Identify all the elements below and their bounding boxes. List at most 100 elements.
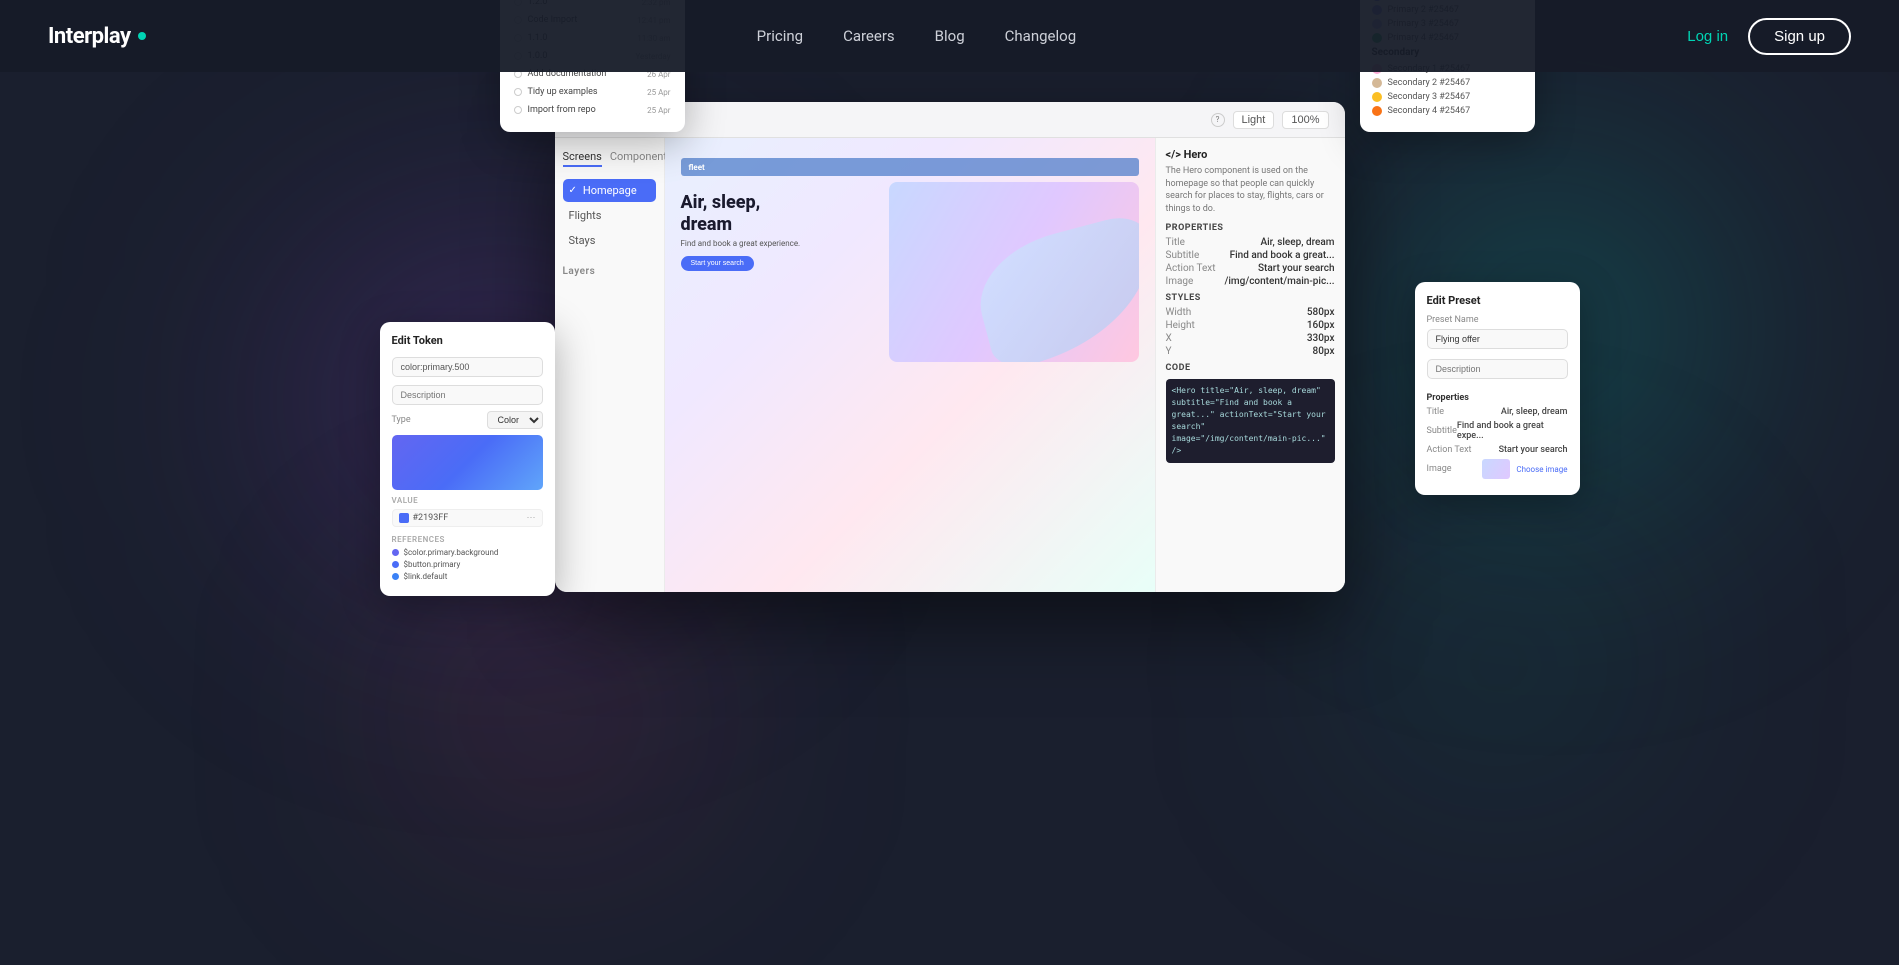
color-swatch-sm (399, 513, 409, 523)
fleet-main-preview: fleet Air, sleep, dream Find and book a … (665, 138, 1155, 592)
prop-title: Title Air, sleep, dream (1166, 237, 1335, 248)
secondary-color-3[interactable]: Secondary 3 #25467 (1372, 92, 1523, 102)
panel-edit-preset: Edit Preset Preset Name Properties Title… (1415, 282, 1580, 495)
ref-text-1: $button.primary (404, 560, 461, 569)
check-icon: ✓ (569, 185, 577, 196)
style-height: Height 160px (1166, 320, 1335, 331)
type-label: Type (392, 415, 411, 425)
token-description-input[interactable] (392, 385, 543, 405)
ref-item-1: $button.primary (392, 560, 543, 569)
airline-content: Air, sleep, dream Find and book a great … (681, 182, 1139, 362)
brand-name: Interplay (48, 24, 131, 49)
secondary-color-4[interactable]: Secondary 4 #25467 (1372, 106, 1523, 116)
navbar-actions: Log in Sign up (1687, 18, 1851, 55)
sidebar-item-stays[interactable]: Stays (563, 229, 656, 252)
vh-circle-6 (514, 106, 522, 114)
nav-changelog[interactable]: Changelog (1005, 27, 1076, 45)
ref-color-2 (392, 573, 399, 580)
ref-text-0: $color.primary.background (404, 548, 499, 557)
airline-hero: fleet Air, sleep, dream Find and book a … (665, 146, 1155, 374)
sidebar-item-flights[interactable]: Flights (563, 204, 656, 227)
mode-button[interactable]: Light (1233, 111, 1275, 129)
color-swatch-preview (392, 435, 543, 490)
ref-color-0 (392, 549, 399, 556)
nav-careers[interactable]: Careers (843, 27, 895, 45)
vh-item-6[interactable]: Import from repo 25 Apr (512, 102, 673, 118)
color-value-row: #2193FF ⋯ (392, 509, 543, 527)
airline-text: Air, sleep, dream Find and book a great … (681, 182, 889, 362)
fleet-sidebar-tabs: Screens Components (563, 150, 656, 167)
properties-label: Properties (1166, 223, 1335, 233)
styles-label: Styles (1166, 293, 1335, 303)
secondary-4-dot (1372, 106, 1382, 116)
prop-image: Image /img/content/main-pic... (1166, 276, 1335, 287)
choose-image-button[interactable]: Choose image (1516, 465, 1567, 474)
nav-links: Pricing Careers Blog Changelog (757, 27, 1076, 45)
zoom-button[interactable]: 100% (1282, 111, 1328, 129)
secondary-3-label: Secondary 3 #25467 (1388, 92, 1471, 102)
ep-prop-action: Action Text Start your search (1427, 445, 1568, 455)
ref-text-2: $link.default (404, 572, 448, 581)
ep-prop-subtitle: Subtitle Find and book a great expe... (1427, 421, 1568, 441)
code-label: Code (1166, 363, 1335, 373)
airline-logo: fleet (689, 163, 705, 172)
secondary-3-dot (1372, 92, 1382, 102)
preset-name-label: Preset Name (1427, 315, 1568, 325)
login-button[interactable]: Log in (1687, 28, 1728, 45)
sidebar-item-homepage[interactable]: ✓ Homepage (563, 179, 656, 202)
airline-headline: Air, sleep, dream (681, 192, 889, 235)
image-chooser: Choose image (1482, 459, 1567, 479)
preset-description-input[interactable] (1427, 359, 1568, 379)
tab-components[interactable]: Components (610, 150, 673, 167)
style-y: Y 80px (1166, 346, 1335, 357)
hex-value: #2193FF (413, 513, 523, 523)
tab-screens[interactable]: Screens (563, 150, 602, 167)
help-icon[interactable]: ? (1211, 113, 1225, 127)
fleet-right-panel: </> Hero The Hero component is used on t… (1155, 138, 1345, 592)
ref-item-0: $color.primary.background (392, 548, 543, 557)
code-snippet: <Hero title="Air, sleep, dream" subtitle… (1166, 379, 1335, 463)
preset-name-input[interactable] (1427, 329, 1568, 349)
token-name-input[interactable] (392, 357, 543, 377)
logo-dot (138, 32, 146, 40)
style-x: X 330px (1166, 333, 1335, 344)
token-type-row: Type Color (392, 411, 543, 429)
nav-blog[interactable]: Blog (935, 27, 965, 45)
hero-component-title: </> Hero (1166, 148, 1335, 161)
ep-prop-title: Title Air, sleep, dream (1427, 407, 1568, 417)
fleet-sidebar: Screens Components ✓ Homepage Flights St… (555, 138, 665, 592)
ref-color-1 (392, 561, 399, 568)
value-section: Value #2193FF ⋯ (392, 496, 543, 527)
secondary-color-2[interactable]: Secondary 2 #25467 (1372, 78, 1523, 88)
preset-properties-label: Properties (1427, 393, 1568, 403)
prop-action-text: Action Text Start your search (1166, 263, 1335, 274)
brand-logo[interactable]: Interplay (48, 24, 146, 49)
value-label: Value (392, 496, 543, 505)
panel-edit-token: Edit Token Type Color Value #2193FF ⋯ Re… (380, 322, 555, 596)
references-label: References (392, 535, 543, 544)
hero-component-desc: The Hero component is used on the homepa… (1166, 165, 1335, 215)
edit-preset-title: Edit Preset (1427, 294, 1568, 307)
airline-cta-button[interactable]: Start your search (681, 256, 754, 271)
prop-subtitle: Subtitle Find and book a great... (1166, 250, 1335, 261)
expand-icon[interactable]: ⋯ (527, 513, 536, 523)
secondary-4-label: Secondary 4 #25467 (1388, 106, 1471, 116)
airplane-wing-shape (966, 211, 1138, 362)
style-width: Width 580px (1166, 307, 1335, 318)
hero-section: Fleet ? Light 100% Screens Components (0, 72, 1899, 965)
airline-subtitle: Find and book a great experience. (681, 239, 889, 248)
secondary-2-dot (1372, 78, 1382, 88)
type-select[interactable]: Color (487, 411, 543, 429)
airline-navbar: fleet (681, 158, 1139, 176)
vh-item-5[interactable]: Tidy up examples 25 Apr (512, 84, 673, 100)
layers-label: Layers (563, 266, 656, 277)
airline-image (889, 182, 1139, 362)
signup-button[interactable]: Sign up (1748, 18, 1851, 55)
secondary-2-label: Secondary 2 #25467 (1388, 78, 1471, 88)
ref-item-2: $link.default (392, 572, 543, 581)
nav-pricing[interactable]: Pricing (757, 27, 803, 45)
edit-token-title: Edit Token (392, 334, 543, 347)
fleet-window: Fleet ? Light 100% Screens Components (555, 102, 1345, 592)
image-thumbnail (1482, 459, 1510, 479)
navbar: Interplay Pricing Careers Blog Changelog… (0, 0, 1899, 72)
